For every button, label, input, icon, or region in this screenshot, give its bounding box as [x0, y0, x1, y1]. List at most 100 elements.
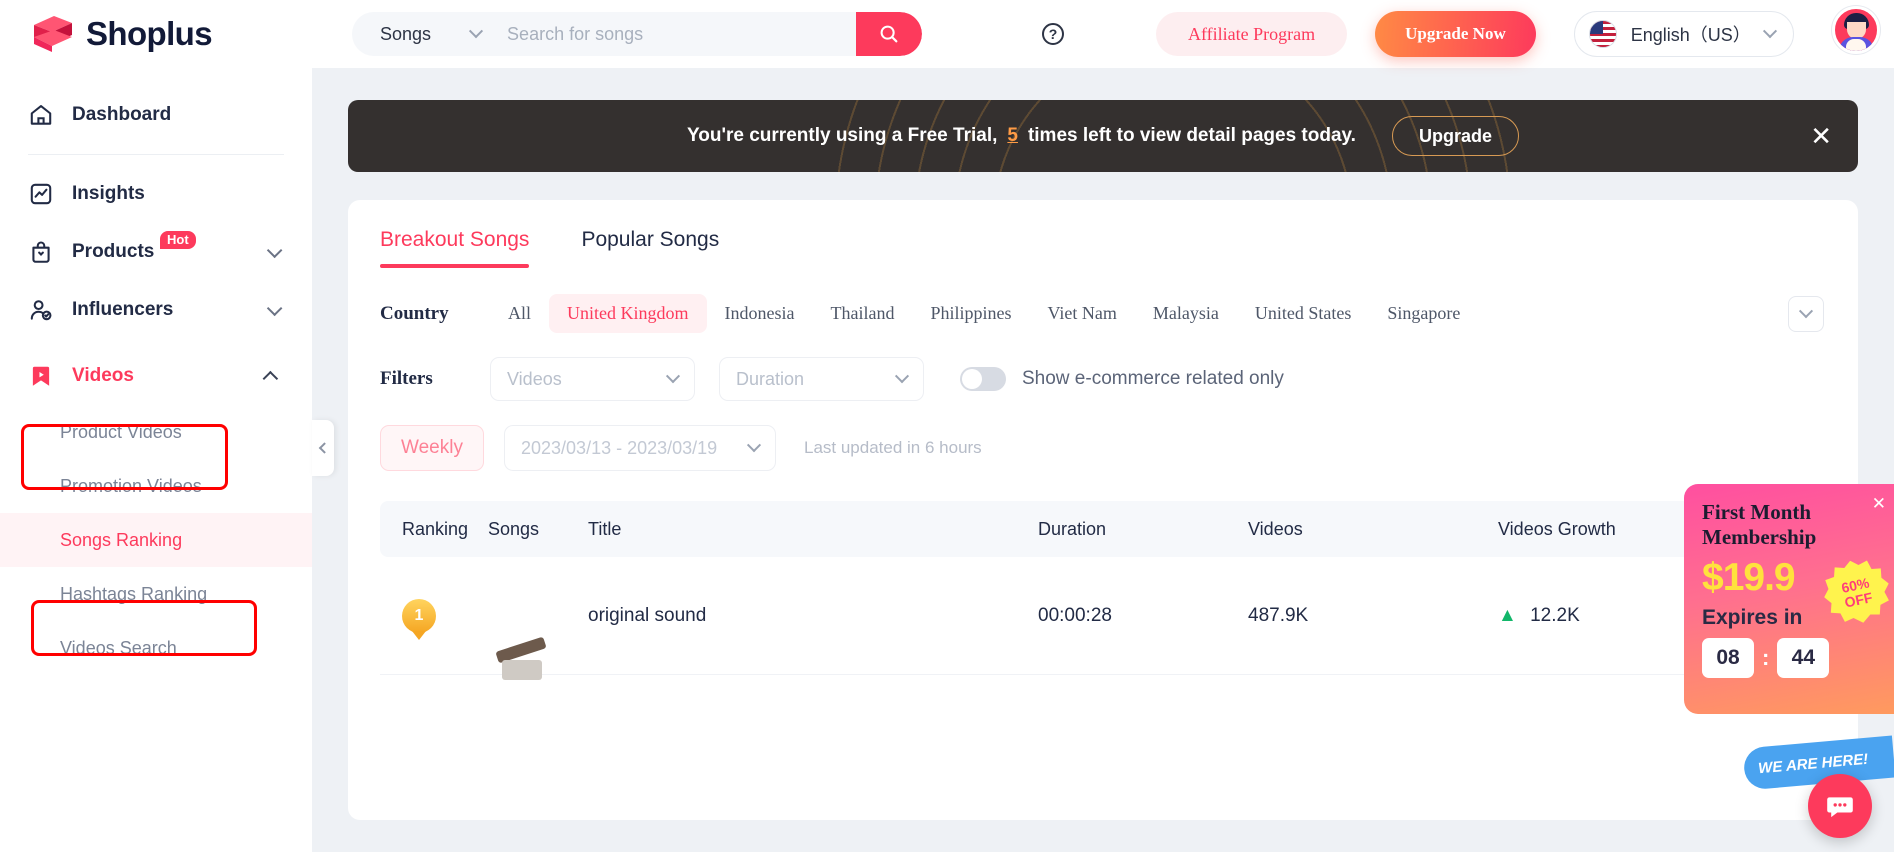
trial-banner-text: You're currently using a Free Trial, 5 t…	[687, 125, 1356, 147]
help-icon[interactable]: ?	[1042, 23, 1064, 45]
rank-medal-badge: 1	[402, 598, 436, 633]
growth-value: 12.2K	[1530, 604, 1580, 626]
country-pill-list: All United Kingdom Indonesia Thailand Ph…	[490, 294, 1478, 333]
bag-icon	[28, 239, 54, 265]
cell-duration: 00:00:28	[1038, 604, 1112, 626]
chevron-down-icon	[665, 369, 681, 384]
user-check-icon	[28, 297, 54, 323]
chart-icon	[28, 181, 54, 207]
cell-title[interactable]: original sound	[588, 605, 1038, 627]
avatar-shirt	[1846, 39, 1866, 51]
ecommerce-only-label: Show e-commerce related only	[1022, 368, 1284, 389]
search-input[interactable]	[507, 23, 758, 45]
table-header-row: Ranking Songs Title Duration Videos Vide…	[380, 501, 1826, 557]
language-label: English（US）	[1630, 25, 1751, 45]
hot-badge: Hot	[160, 231, 196, 249]
country-pill-all[interactable]: All	[490, 294, 549, 333]
tab-breakout-songs[interactable]: Breakout Songs	[380, 228, 530, 268]
search-category-dropdown[interactable]: Songs	[352, 12, 484, 56]
bookmark-play-icon	[28, 363, 54, 389]
shoplus-logo-icon	[30, 14, 76, 54]
last-updated-text: Last updated in 6 hours	[804, 438, 982, 457]
country-pill-malaysia[interactable]: Malaysia	[1135, 294, 1237, 333]
column-header-videos: Videos	[1248, 518, 1303, 539]
sidebar-divider	[28, 154, 284, 155]
country-filter-label: Country	[380, 302, 449, 324]
chevron-down-icon	[468, 24, 484, 39]
top-header: Shoplus Songs ? Affiliate Program Upgrad…	[0, 0, 1894, 68]
country-pill-indonesia[interactable]: Indonesia	[707, 294, 813, 333]
column-header-title: Title	[588, 518, 622, 539]
trial-text-before: You're currently using a Free Trial,	[687, 125, 998, 146]
free-trial-banner: You're currently using a Free Trial, 5 t…	[348, 100, 1858, 172]
brand-logo[interactable]: Shoplus	[0, 0, 312, 68]
banner-upgrade-button[interactable]: Upgrade	[1391, 116, 1519, 156]
videos-filter-value: Videos	[507, 368, 562, 389]
filters-label: Filters	[380, 368, 433, 389]
country-pill-thailand[interactable]: Thailand	[813, 294, 913, 333]
tab-popular-songs[interactable]: Popular Songs	[581, 228, 719, 268]
user-avatar[interactable]	[1832, 6, 1880, 54]
chevron-left-icon	[318, 442, 331, 454]
sidebar-item-label: Videos	[72, 365, 134, 386]
brand-name: Shoplus	[86, 15, 213, 52]
sidebar-subitem-label: Promotion Videos	[60, 475, 202, 496]
sidebar-item-products[interactable]: Products Hot	[0, 223, 312, 281]
search-button[interactable]	[856, 12, 922, 56]
chat-support-button[interactable]	[1808, 774, 1872, 838]
sidebar-subitem-label: Hashtags Ranking	[60, 583, 208, 604]
close-icon[interactable]: ✕	[1810, 123, 1832, 149]
country-expand-button[interactable]	[1788, 295, 1824, 332]
tab-label: Breakout Songs	[380, 228, 530, 251]
language-selector[interactable]: English（US）	[1573, 11, 1794, 57]
sidebar-subitem-hashtags-ranking[interactable]: Hashtags Ranking	[0, 567, 312, 621]
sidebar-subitem-label: Songs Ranking	[60, 529, 183, 550]
sidebar-subitem-product-videos[interactable]: Product Videos	[0, 405, 312, 459]
country-pill-united-kingdom[interactable]: United Kingdom	[549, 294, 707, 333]
country-pill-united-states[interactable]: United States	[1237, 294, 1370, 333]
discount-off-label: OFF	[1843, 589, 1874, 611]
sidebar-item-label: Insights	[72, 183, 145, 204]
sidebar-subitem-promotion-videos[interactable]: Promotion Videos	[0, 459, 312, 513]
country-pill-singapore[interactable]: Singapore	[1369, 294, 1478, 333]
date-range-picker[interactable]: 2023/03/13 - 2023/03/19	[504, 425, 776, 471]
country-pill-viet-nam[interactable]: Viet Nam	[1030, 294, 1135, 333]
sidebar-item-label: Dashboard	[72, 104, 172, 125]
sidebar-subitem-songs-ranking[interactable]: Songs Ranking	[0, 513, 312, 567]
column-header-duration: Duration	[1038, 518, 1107, 539]
duration-filter-select[interactable]: Duration	[719, 357, 924, 401]
search-category-label: Songs	[380, 23, 432, 44]
timer-minutes: 44	[1777, 638, 1830, 679]
ecommerce-only-toggle[interactable]	[960, 367, 1006, 391]
global-search[interactable]: Songs	[352, 12, 922, 56]
videos-filter-select[interactable]: Videos	[490, 357, 695, 401]
country-pill-philippines[interactable]: Philippines	[912, 294, 1029, 333]
chevron-down-icon	[746, 438, 762, 453]
sidebar-item-videos[interactable]: Videos	[0, 347, 312, 405]
cell-ranking: 1	[380, 598, 488, 633]
search-icon	[880, 25, 898, 43]
trial-text-after: times left to view detail pages today.	[1027, 125, 1356, 146]
sidebar-subitem-label: Product Videos	[60, 421, 182, 442]
sidebar-subitem-label: Videos Search	[60, 637, 177, 658]
membership-promo-widget[interactable]: ✕ First Month Membership $19.9 60% OFF E…	[1684, 484, 1894, 714]
chevron-up-icon	[262, 370, 279, 386]
weekly-toggle-button[interactable]: Weekly	[380, 425, 484, 471]
column-header-songs: Songs	[488, 518, 540, 539]
promo-title: First Month Membership	[1702, 500, 1817, 550]
sidebar-item-dashboard[interactable]: Dashboard	[0, 86, 312, 144]
promo-close-icon[interactable]: ✕	[1872, 494, 1886, 514]
table-row[interactable]: 1 original sound 00:00:28 487.9K ▲ 12.2K	[380, 557, 1826, 675]
sidebar-item-insights[interactable]: Insights	[0, 165, 312, 223]
country-filter-row: Country All United Kingdom Indonesia Tha…	[348, 294, 1858, 333]
sidebar-collapse-handle[interactable]	[312, 420, 334, 476]
upgrade-now-button[interactable]: Upgrade Now	[1375, 11, 1536, 57]
main-content: You're currently using a Free Trial, 5 t…	[312, 68, 1894, 852]
trial-count: 5	[1007, 125, 1018, 146]
sidebar-item-influencers[interactable]: Influencers	[0, 281, 312, 339]
sidebar-subitem-videos-search[interactable]: Videos Search	[0, 621, 312, 675]
songs-ranking-card: Breakout Songs Popular Songs Country All…	[348, 200, 1858, 820]
countdown-timer: 08 : 44	[1702, 638, 1878, 679]
chevron-down-icon	[1762, 24, 1777, 39]
affiliate-program-button[interactable]: Affiliate Program	[1156, 12, 1348, 56]
